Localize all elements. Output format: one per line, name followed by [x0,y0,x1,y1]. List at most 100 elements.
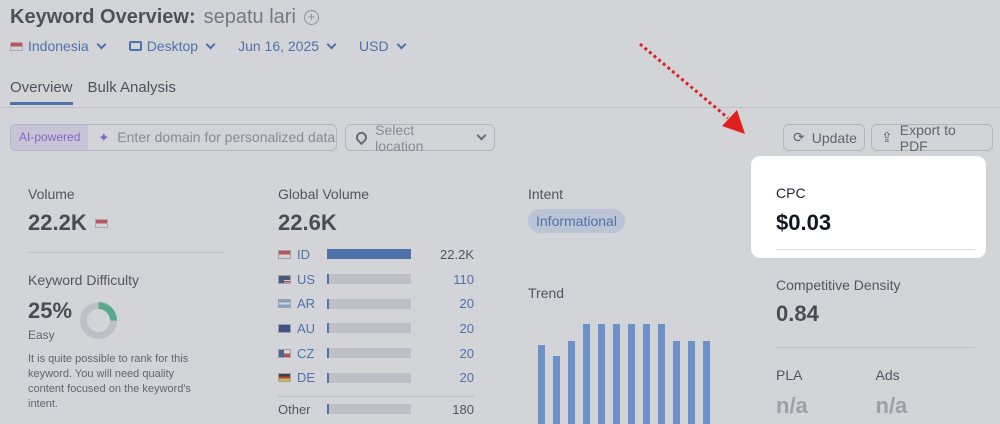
volume-card: Volume 22.2K Keyword Difficulty 25% Easy… [10,167,243,424]
country-share-fill [327,274,329,285]
pla-value: n/a [776,393,808,418]
currency-filter[interactable]: USD [359,38,407,54]
country-code: US [297,271,316,287]
czech-flag-icon [278,348,291,358]
kd-donut-chart [80,301,118,339]
trend-bar [703,341,710,424]
tabs: Overview Bulk Analysis [10,79,176,105]
export-pdf-button[interactable]: ⇪ Export to PDF [871,121,993,154]
sparkle-icon: ✦ [98,130,110,145]
trend-bar [673,341,680,424]
volume-value-row: 22.2K [28,210,225,236]
trend-bar [688,341,695,424]
indonesia-flag-icon [94,218,108,228]
country-value: 22.2K [440,246,474,262]
country-share-bar [327,298,411,309]
country-label: Indonesia [28,38,89,54]
date-label: Jun 16, 2025 [238,38,320,54]
device-label: Desktop [146,38,199,54]
country-share-fill [327,249,411,260]
kd-description: It is quite possible to rank for this ke… [28,353,191,410]
kd-label: Keyword Difficulty [28,272,140,288]
date-filter[interactable]: Jun 16, 2025 [238,38,337,54]
currency-label: USD [359,38,389,54]
trend-bar [553,356,560,424]
country-list: ID 22.2K US 110 AR 20 AU 20 CZ 20 DE 20 … [278,242,474,422]
location-select[interactable]: Select location [345,121,496,154]
cpc-card: CPC $0.03 [752,157,985,257]
competitive-density-label: Competitive Density [776,277,901,293]
trend-bar [583,324,590,424]
refresh-icon: ⟳ [793,129,805,145]
divider [776,249,975,250]
cpc-label: CPC [776,185,806,201]
country-share-bar [327,249,411,260]
country-share-fill [327,323,329,334]
indonesia-flag-icon [10,41,23,51]
pla-label: PLA [776,367,803,383]
volume-label: Volume [28,186,75,202]
global-volume-label: Global Volume [278,186,370,202]
country-code: CZ [297,345,315,361]
ads-block: Ads n/a [876,367,976,419]
country-value: 20 [459,345,474,361]
trend-bar [538,345,545,424]
other-share-bar [327,404,411,415]
filters-bar: Indonesia Desktop Jun 16, 2025 USD [10,38,407,54]
domain-placeholder: Enter domain for personalized data [117,129,336,145]
trend-bar [628,324,635,424]
keyword-text: sepatu lari [203,6,296,28]
kd-level: Easy [28,328,55,342]
country-value: 20 [459,320,474,336]
country-row[interactable]: US 110 [278,267,474,292]
country-row[interactable]: AU 20 [278,316,474,341]
chevron-down-icon [205,39,216,49]
intent-badge: Informational [528,209,625,233]
chevron-down-icon [326,39,337,49]
country-share-fill [327,372,329,383]
chevron-down-icon [476,130,486,141]
competitive-density-value: 0.84 [776,301,819,326]
volume-value: 22.2K [28,210,87,235]
desktop-icon [128,41,142,51]
domain-input[interactable]: ✦ Enter domain for personalized data [88,125,336,150]
australia-flag-icon [278,323,291,333]
indonesia-flag-icon [278,249,291,259]
trend-card: Trend [510,266,743,424]
update-button[interactable]: ⟳ Update [783,124,865,151]
divider [776,347,975,348]
germany-flag-icon [278,373,291,383]
country-row[interactable]: ID 22.2K [278,242,474,267]
country-share-bar [327,372,411,383]
device-filter[interactable]: Desktop [128,38,216,54]
country-code: ID [297,246,310,262]
intent-card: Intent Informational [510,167,743,251]
other-row[interactable]: Other 180 [278,397,474,422]
competitive-density-card: Competitive Density 0.84 PLA n/a Ads n/a [759,260,992,424]
tab-overview[interactable]: Overview [10,79,73,105]
divider [28,252,225,253]
trend-label: Trend [528,285,565,301]
pla-ads-row: PLA n/a Ads n/a [776,367,975,419]
pla-block: PLA n/a [776,367,876,419]
argentina-flag-icon [278,299,291,309]
location-placeholder: Select location [375,121,424,154]
country-code: AR [297,296,316,312]
other-share-fill [327,404,329,415]
kd-row: 25% Easy [28,298,225,342]
country-value: 110 [453,271,474,287]
add-keyword-icon[interactable]: + [303,10,319,25]
country-filter[interactable]: Indonesia [10,38,107,54]
upload-icon: ⇪ [881,129,893,145]
country-code: AU [297,320,316,336]
country-row[interactable]: CZ 20 [278,341,474,366]
export-label: Export to PDF [899,121,956,154]
update-label: Update [811,129,857,146]
trend-bar [598,324,605,424]
country-row[interactable]: DE 20 [278,365,474,390]
kd-value: 25% [28,298,73,323]
tab-bulk-analysis[interactable]: Bulk Analysis [88,79,176,105]
other-label: Other [278,401,311,417]
country-row[interactable]: AR 20 [278,291,474,316]
cpc-value: $0.03 [776,210,832,235]
